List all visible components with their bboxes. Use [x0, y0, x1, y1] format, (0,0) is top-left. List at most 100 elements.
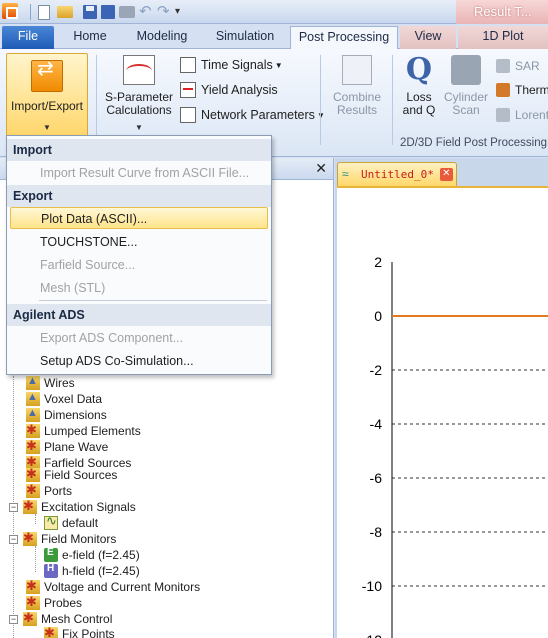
- collapse-icon[interactable]: −: [9, 534, 18, 544]
- import-export-label: Import/Export: [10, 99, 84, 113]
- menu-item-plot-data-ascii[interactable]: Plot Data (ASCII)...: [10, 207, 268, 229]
- tree-line: [35, 514, 36, 524]
- tree-item-label: Mesh Control: [41, 612, 113, 626]
- cylinder-scan-icon: [451, 55, 481, 85]
- tree-item-e-field[interactable]: e-field (f=2.45): [44, 547, 140, 563]
- tree-item-label: Probes: [44, 596, 83, 610]
- tab-modeling[interactable]: Modeling: [126, 26, 198, 49]
- chevron-down-icon: ▼: [274, 60, 283, 70]
- tree-item-h-field[interactable]: h-field (f=2.45): [44, 563, 140, 579]
- tree-item-lumped-elements[interactable]: Lumped Elements: [26, 422, 141, 439]
- tree-item-field-monitors[interactable]: − Field Monitors: [9, 530, 117, 547]
- yield-analysis-icon: [180, 82, 196, 98]
- gear-folder-icon: [26, 466, 40, 482]
- menu-header-agilent-ads: Agilent ADS: [7, 304, 271, 326]
- close-icon[interactable]: ✕: [315, 160, 327, 177]
- menu-item-setup-ads-cosimulation[interactable]: Setup ADS Co-Simulation...: [10, 350, 268, 372]
- document-tab[interactable]: ≈ Untitled_0* ✕: [337, 162, 457, 186]
- menu-item-import-result-curve[interactable]: Import Result Curve from ASCII File...: [10, 162, 268, 184]
- gear-folder-icon: [26, 578, 40, 594]
- sparam-label-2: Calculations: [106, 103, 172, 117]
- plot-area[interactable]: 2 0 -2 -4 -6 -8 -10 -12: [337, 186, 548, 638]
- import-export-menu: Import Import Result Curve from ASCII Fi…: [6, 135, 272, 375]
- import-export-button[interactable]: Import/Export ▼: [6, 53, 88, 137]
- y-tick-label: 0: [374, 308, 382, 324]
- lorentz-button[interactable]: Lorent: [496, 104, 548, 126]
- tab-home[interactable]: Home: [62, 26, 118, 49]
- warning-folder-icon: [26, 375, 40, 390]
- tab-view[interactable]: View: [400, 26, 456, 49]
- collapse-icon[interactable]: −: [9, 502, 18, 512]
- time-signals-button[interactable]: Time Signals ▼: [180, 54, 283, 76]
- collapse-icon[interactable]: −: [9, 614, 18, 624]
- new-file-icon[interactable]: [38, 4, 50, 20]
- tree-item-wires[interactable]: Wires: [26, 375, 75, 391]
- tree-item-field-sources[interactable]: Field Sources: [26, 466, 118, 483]
- tree-item-probes[interactable]: Probes: [26, 594, 83, 611]
- tree-item-default[interactable]: default: [44, 513, 98, 531]
- s-parameter-calculations-button[interactable]: S-Parameter Calculations ▼: [104, 55, 174, 132]
- menu-separator: [39, 300, 267, 301]
- network-parameters-label: Network Parameters: [201, 108, 315, 122]
- network-parameters-button[interactable]: Network Parameters ▼: [180, 104, 325, 126]
- lorentz-label: Lorent: [515, 108, 548, 122]
- gear-folder-icon: [26, 482, 40, 498]
- gear-folder-icon: [23, 498, 37, 514]
- loss-and-q-button[interactable]: Q Loss and Q: [396, 55, 442, 117]
- signal-icon: [44, 513, 58, 530]
- gear-folder-icon: [26, 594, 40, 610]
- app-icon[interactable]: [2, 3, 18, 19]
- save-icon[interactable]: [83, 5, 97, 19]
- close-icon[interactable]: ✕: [439, 168, 453, 181]
- ribbon-group-label: 2D/3D Field Post Processing: [400, 137, 548, 149]
- tab-file[interactable]: File: [2, 26, 54, 49]
- tree-item-label: Field Sources: [44, 468, 118, 482]
- ribbon-tabs: File Home Modeling Simulation Post Proce…: [0, 24, 548, 50]
- redo-icon[interactable]: ↷: [157, 3, 171, 21]
- menu-item-export-ads-component[interactable]: Export ADS Component...: [10, 327, 268, 349]
- tree-item-label: Voltage and Current Monitors: [44, 580, 201, 594]
- tree-item-voxel-data[interactable]: Voxel Data: [26, 391, 102, 407]
- tree-item-mesh-control[interactable]: − Mesh Control: [9, 610, 113, 627]
- thermal-button[interactable]: Therm: [496, 79, 548, 101]
- menu-item-farfield-source[interactable]: Farfield Source...: [10, 254, 268, 276]
- tree-item-fix-points[interactable]: Fix Points: [44, 625, 115, 638]
- q-icon: Q: [405, 52, 433, 87]
- save-all-icon[interactable]: [101, 5, 115, 19]
- tree-item-label: Field Monitors: [41, 532, 117, 546]
- tree-item-ports[interactable]: Ports: [26, 482, 72, 499]
- qat-customize-icon[interactable]: ▾: [175, 3, 185, 21]
- yield-analysis-button[interactable]: Yield Analysis: [180, 79, 278, 101]
- warning-folder-icon: [26, 407, 40, 422]
- tree-item-voltage-current-monitors[interactable]: Voltage and Current Monitors: [26, 578, 201, 595]
- title-bar: ↶ ↷ ▾ Result T...: [0, 0, 548, 24]
- tree-line: [35, 546, 36, 572]
- y-tick-label: 2: [374, 254, 382, 270]
- cylinder-scan-button[interactable]: Cylinder Scan: [440, 55, 492, 117]
- tree-item-plane-wave[interactable]: Plane Wave: [26, 438, 109, 455]
- y-tick-label: -12: [362, 632, 382, 638]
- combine-results-button[interactable]: Combine Results: [326, 55, 388, 117]
- menu-item-mesh-stl[interactable]: Mesh (STL): [10, 277, 268, 299]
- tree-item-excitation-signals[interactable]: − Excitation Signals: [9, 498, 136, 515]
- tab-simulation[interactable]: Simulation: [206, 26, 284, 49]
- chevron-down-icon: ▼: [135, 123, 143, 132]
- lorentz-icon: [496, 108, 510, 122]
- sar-button[interactable]: SAR: [496, 55, 540, 77]
- undo-icon[interactable]: ↶: [139, 3, 153, 21]
- tree-item-label: Voxel Data: [44, 392, 103, 406]
- menu-item-touchstone[interactable]: TOUCHSTONE...: [10, 231, 268, 253]
- tab-post-processing[interactable]: Post Processing: [290, 26, 398, 50]
- gear-folder-icon: [23, 610, 37, 626]
- chevron-down-icon: ▼: [43, 123, 51, 132]
- tree-item-label: Excitation Signals: [41, 500, 136, 514]
- open-folder-icon[interactable]: [57, 6, 73, 18]
- time-signals-label: Time Signals: [201, 58, 273, 72]
- cyl-label-2: Scan: [452, 103, 480, 117]
- tree-item-label: Plane Wave: [44, 440, 109, 454]
- tree-item-dimensions[interactable]: Dimensions: [26, 407, 107, 423]
- tab-1d-plot[interactable]: 1D Plot: [458, 26, 548, 49]
- warning-folder-icon: [26, 391, 40, 406]
- print-icon[interactable]: [119, 6, 135, 18]
- y-tick-label: -4: [370, 416, 383, 432]
